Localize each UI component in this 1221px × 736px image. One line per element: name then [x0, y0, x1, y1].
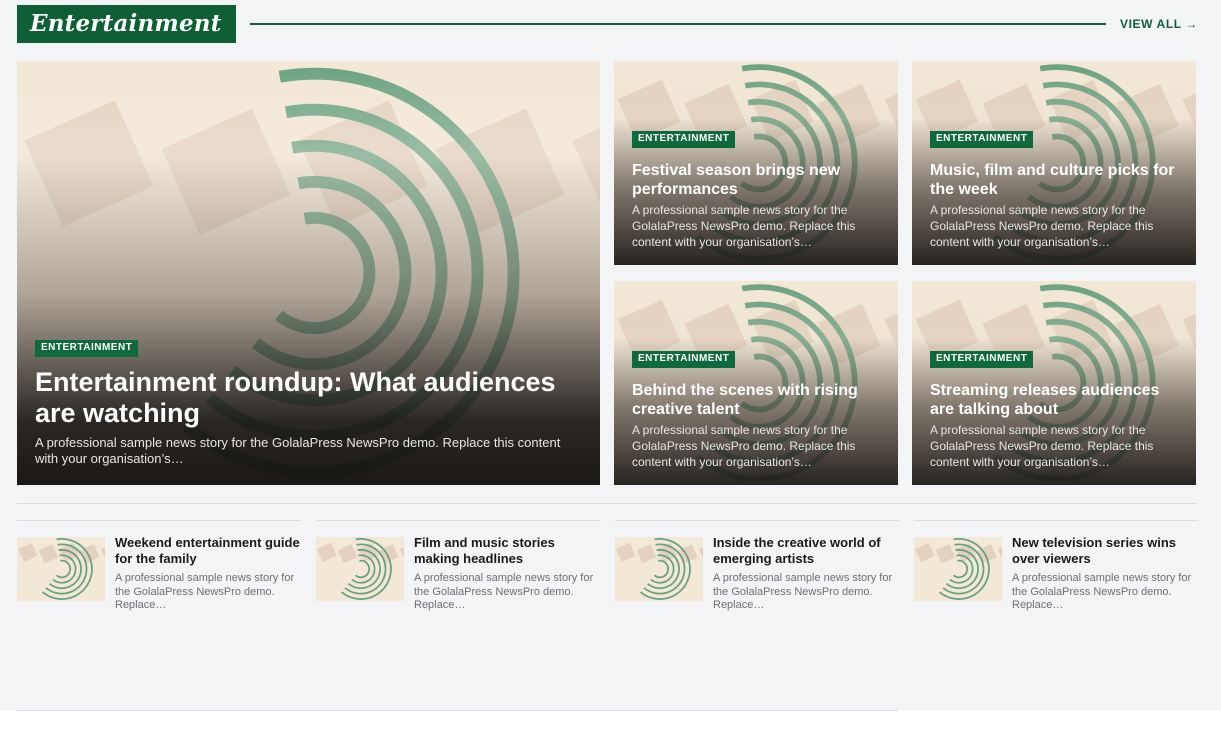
card-title[interactable]: Streaming releases audiences are talking… — [930, 381, 1184, 419]
hero-excerpt: A professional sample news story for the… — [35, 435, 561, 466]
list-item: New television series wins over viewers … — [914, 520, 1198, 615]
header-rule — [249, 23, 1106, 25]
card-title[interactable]: Festival season brings new performances — [632, 161, 886, 199]
list-excerpt: A professional sample news story for the… — [414, 572, 594, 611]
thumbnail-artwork — [17, 537, 105, 601]
card-excerpt: A professional sample news story for the… — [930, 203, 1154, 249]
story-card[interactable]: ENTERTAINMENT Music, film and culture pi… — [912, 61, 1196, 265]
hero-story-card[interactable]: ENTERTAINMENT Entertainment roundup: Wha… — [17, 61, 600, 485]
card-title[interactable]: Music, film and culture picks for the we… — [930, 161, 1184, 199]
list-excerpt: A professional sample news story for the… — [1012, 572, 1192, 611]
list-thumbnail[interactable] — [316, 537, 404, 601]
category-badge[interactable]: ENTERTAINMENT — [930, 351, 1034, 368]
card-excerpt: A professional sample news story for the… — [632, 203, 856, 249]
category-badge[interactable]: ENTERTAINMENT — [930, 131, 1034, 148]
card-content: ENTERTAINMENT Behind the scenes with ris… — [632, 348, 886, 470]
list-title[interactable]: Weekend entertainment guide for the fami… — [115, 535, 301, 567]
story-card[interactable]: ENTERTAINMENT Streaming releases audienc… — [912, 281, 1196, 485]
list-text: Inside the creative world of emerging ar… — [713, 535, 899, 613]
footer-rule — [17, 710, 898, 711]
list-text: Film and music stories making headlines … — [414, 535, 600, 613]
section-title: Entertainment — [17, 5, 236, 43]
list-item: Inside the creative world of emerging ar… — [615, 520, 899, 615]
thumbnail-artwork — [316, 537, 404, 601]
hero-content: ENTERTAINMENT Entertainment roundup: Wha… — [35, 337, 582, 467]
card-excerpt: A professional sample news story for the… — [632, 423, 856, 469]
card-excerpt: A professional sample news story for the… — [930, 423, 1154, 469]
category-badge[interactable]: ENTERTAINMENT — [35, 340, 139, 357]
list-title[interactable]: Inside the creative world of emerging ar… — [713, 535, 899, 567]
list-item: Film and music stories making headlines … — [316, 520, 600, 615]
list-excerpt: A professional sample news story for the… — [713, 572, 893, 611]
list-text: New television series wins over viewers … — [1012, 535, 1198, 613]
list-title[interactable]: New television series wins over viewers — [1012, 535, 1198, 567]
card-content: ENTERTAINMENT Music, film and culture pi… — [930, 128, 1184, 250]
view-all-link[interactable]: VIEW ALL → — [1120, 17, 1198, 31]
page-footer-band — [0, 710, 1221, 736]
list-thumbnail[interactable] — [615, 537, 703, 601]
thumbnail-artwork — [914, 537, 1002, 601]
card-content: ENTERTAINMENT Festival season brings new… — [632, 128, 886, 250]
section-divider — [17, 503, 1197, 504]
category-badge[interactable]: ENTERTAINMENT — [632, 131, 736, 148]
list-excerpt: A professional sample news story for the… — [115, 572, 295, 611]
list-thumbnail[interactable] — [914, 537, 1002, 601]
card-content: ENTERTAINMENT Streaming releases audienc… — [930, 348, 1184, 470]
category-badge[interactable]: ENTERTAINMENT — [632, 351, 736, 368]
card-title[interactable]: Behind the scenes with rising creative t… — [632, 381, 886, 419]
list-text: Weekend entertainment guide for the fami… — [115, 535, 301, 613]
list-item: Weekend entertainment guide for the fami… — [17, 520, 301, 615]
list-title[interactable]: Film and music stories making headlines — [414, 535, 600, 567]
list-thumbnail[interactable] — [17, 537, 105, 601]
section-header: Entertainment VIEW ALL → — [17, 5, 1198, 43]
story-card[interactable]: ENTERTAINMENT Festival season brings new… — [614, 61, 898, 265]
story-card[interactable]: ENTERTAINMENT Behind the scenes with ris… — [614, 281, 898, 485]
hero-title[interactable]: Entertainment roundup: What audiences ar… — [35, 367, 582, 429]
thumbnail-artwork — [615, 537, 703, 601]
